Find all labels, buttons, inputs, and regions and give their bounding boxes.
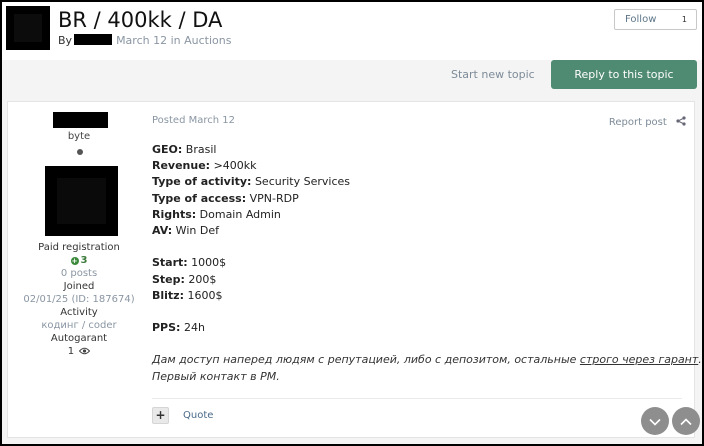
- multiquote-button[interactable]: +: [152, 407, 169, 424]
- quote-button[interactable]: Quote: [183, 410, 213, 421]
- topic-actions: Start new topic Reply to this topic: [2, 60, 702, 98]
- redacted-username: [53, 112, 108, 128]
- eye-icon: [79, 347, 91, 355]
- topic-date-forum[interactable]: March 12 in Auctions: [116, 34, 231, 47]
- field-start: Start: 1000$: [152, 256, 227, 270]
- by-label: By: [58, 34, 73, 47]
- field-pps: PPS: 24h: [152, 321, 205, 335]
- share-icon[interactable]: [676, 116, 686, 126]
- post-note: Дам доступ наперед людям с репутацией, л…: [152, 353, 702, 367]
- reputation-count: 3: [80, 255, 88, 266]
- online-status-dot: [77, 149, 83, 155]
- posted-date[interactable]: Posted March 12: [152, 115, 235, 126]
- autogarant-value: 1: [8, 346, 150, 357]
- scroll-up-button[interactable]: [672, 407, 700, 435]
- topic-byline: By March 12 in Auctions: [58, 34, 231, 47]
- report-label: Report post: [608, 117, 667, 128]
- chevron-up-icon: [680, 417, 692, 425]
- field-revenue: Revenue: >400kk: [152, 159, 257, 173]
- report-post-link[interactable]: Report post: [609, 116, 686, 128]
- post-divider: [152, 398, 682, 399]
- topic-header: BR / 400kk / DA By March 12 in Auctions F…: [2, 2, 702, 60]
- redacted-author-name: [74, 34, 113, 45]
- follow-button[interactable]: Follow 1: [614, 9, 697, 30]
- post-count: 0 posts: [60, 268, 98, 279]
- page-title: BR / 400kk / DA: [58, 8, 223, 32]
- reply-button[interactable]: Reply to this topic: [551, 60, 697, 89]
- field-rights: Rights: Domain Admin: [152, 207, 281, 221]
- paid-registration: Paid registration: [38, 242, 120, 253]
- autogarant-count: 1: [67, 346, 75, 357]
- activity-label: Activity: [60, 307, 98, 318]
- post-content: Posted March 12 Report post GEO: Brasil …: [152, 102, 702, 437]
- field-access-type: Type of access: VPN-RDP: [152, 191, 299, 205]
- field-blitz: Blitz: 1600$: [152, 288, 223, 302]
- field-geo: GEO: Brasil: [152, 143, 217, 156]
- follow-label: Follow: [625, 14, 657, 25]
- guarantee-link[interactable]: строго через гарант: [580, 353, 698, 366]
- post-note-line2: Первый контакт в PM.: [152, 369, 280, 383]
- author-group: byte: [67, 131, 91, 142]
- reputation-badge[interactable]: +3: [8, 255, 150, 266]
- scroll-down-button[interactable]: [641, 407, 669, 435]
- follow-count: 1: [681, 15, 687, 24]
- joined-value: 02/01/25 (ID: 187674): [23, 294, 135, 305]
- post: byte Paid registration +3 0 posts Joined…: [7, 101, 702, 438]
- post-body: GEO: Brasil Revenue: >400kk Type of acti…: [152, 142, 702, 385]
- joined-label: Joined: [63, 281, 95, 292]
- chevron-down-icon: [649, 418, 661, 426]
- plus-circle-icon: +: [70, 257, 79, 265]
- activity-value: кодинг / coder: [41, 320, 117, 331]
- autogarant-label: Autogarant: [50, 333, 108, 344]
- author-avatar-small[interactable]: [6, 6, 50, 50]
- author-avatar[interactable]: [45, 166, 118, 236]
- start-new-topic-link[interactable]: Start new topic: [451, 68, 535, 81]
- author-panel: byte Paid registration +3 0 posts Joined…: [8, 102, 150, 437]
- field-av: AV: Win Def: [152, 223, 219, 237]
- field-activity-type: Type of activity: Security Services: [152, 175, 351, 189]
- field-step: Step: 200$: [152, 272, 217, 286]
